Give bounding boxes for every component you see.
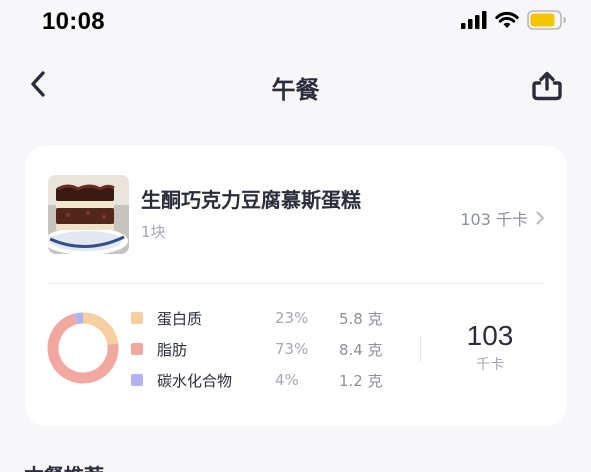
nav-bar: 午餐	[0, 58, 591, 114]
donut-segment-carbs	[74, 312, 84, 325]
vertical-separator	[420, 336, 421, 362]
recommend-section-title: 本餐推荐	[24, 460, 104, 472]
chevron-right-icon	[536, 211, 544, 225]
legend-swatch-fat	[131, 343, 143, 355]
status-icons	[461, 10, 567, 30]
legend-amount: 5.8 克	[339, 309, 383, 328]
macro-donut-chart	[47, 312, 119, 384]
food-calories-link[interactable]: 103 千卡	[460, 206, 545, 230]
food-quantity: 1块	[141, 223, 166, 241]
cake-photo	[48, 175, 129, 254]
wifi-icon	[495, 11, 519, 28]
legend-percent: 4%	[275, 371, 299, 389]
status-bar: 10:08	[0, 0, 591, 44]
total-calories-value: 103	[466, 320, 514, 351]
donut-segment-protein	[82, 312, 119, 346]
meal-card: 生酮巧克力豆腐慕斯蛋糕 1块 103 千卡 蛋白质 23% 5.8 克 脂肪 7…	[25, 146, 567, 426]
legend-amount: 1.2 克	[339, 371, 383, 390]
food-name[interactable]: 生酮巧克力豆腐慕斯蛋糕	[141, 184, 361, 213]
legend-name: 蛋白质	[157, 309, 203, 328]
share-upload-icon	[532, 71, 562, 101]
food-calories: 103 千卡	[460, 210, 528, 229]
legend-amount: 8.4 克	[339, 340, 383, 359]
battery-icon	[527, 10, 566, 30]
cellular-signal-icon	[461, 11, 487, 29]
legend-swatch-carbs	[131, 374, 143, 386]
legend-swatch-protein	[131, 312, 143, 324]
legend-name: 脂肪	[157, 340, 188, 359]
food-thumbnail[interactable]	[48, 175, 129, 254]
legend-name: 碳水化合物	[157, 371, 233, 390]
legend-percent: 23%	[275, 309, 309, 327]
legend-percent: 73%	[275, 340, 309, 358]
legend-row-fat: 脂肪 73% 8.4 克	[131, 337, 411, 361]
total-calories-unit: 千卡	[476, 357, 504, 373]
page-title: 午餐	[271, 76, 320, 104]
legend-row-carbs: 碳水化合物 4% 1.2 克	[131, 368, 411, 392]
divider	[48, 283, 544, 284]
legend-row-protein: 蛋白质 23% 5.8 克	[131, 306, 411, 330]
status-time: 10:08	[42, 8, 105, 35]
share-button[interactable]	[529, 68, 565, 104]
